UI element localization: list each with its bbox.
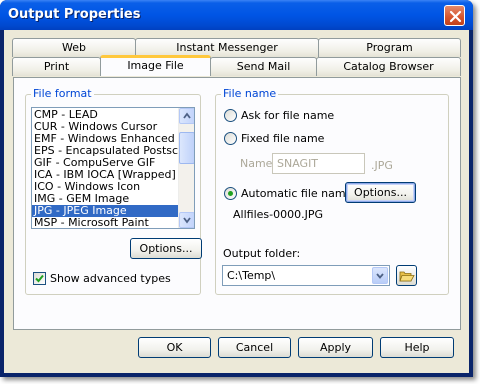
- cancel-button[interactable]: Cancel: [218, 337, 291, 358]
- tab-catalog-browser[interactable]: Catalog Browser: [316, 57, 461, 76]
- chevron-down-icon: [376, 273, 384, 279]
- file-format-group: File format CMP - LEAD CUR - Windows Cur…: [25, 87, 202, 295]
- radio-selected-dot: [228, 191, 233, 196]
- help-button[interactable]: Help: [380, 337, 454, 358]
- list-item[interactable]: CMP - LEAD: [32, 109, 179, 121]
- output-folder-combo[interactable]: C:\Temp\: [222, 265, 390, 286]
- list-item[interactable]: CUR - Windows Cursor: [32, 121, 179, 133]
- output-folder-value: C:\Temp\: [227, 269, 276, 282]
- fixed-file-name-radio[interactable]: [224, 132, 237, 145]
- list-item[interactable]: ICA - IBM IOCA [Wrapped]: [32, 169, 179, 181]
- file-format-group-label: File format: [31, 87, 94, 100]
- list-item[interactable]: EPS - Encapsulated Postscript: [32, 145, 179, 157]
- list-item[interactable]: ICO - Windows Icon: [32, 181, 179, 193]
- close-button[interactable]: [444, 5, 465, 26]
- output-folder-label: Output folder:: [223, 247, 301, 260]
- extension-label: .JPG: [371, 159, 393, 172]
- file-format-items: CMP - LEAD CUR - Windows Cursor EMF - Wi…: [32, 109, 179, 228]
- fixed-file-name-label[interactable]: Fixed file name: [241, 132, 324, 145]
- file-format-listbox[interactable]: CMP - LEAD CUR - Windows Cursor EMF - Wi…: [31, 107, 195, 229]
- vertical-scrollbar[interactable]: [178, 108, 194, 228]
- ask-file-name-radio[interactable]: [224, 109, 237, 122]
- list-item[interactable]: MSP - Microsoft Paint: [32, 217, 179, 228]
- chevron-up-icon: [183, 112, 191, 119]
- button-label: Help: [404, 341, 430, 354]
- list-item[interactable]: GIF - CompuServe GIF: [32, 157, 179, 169]
- tab-label: Image File: [127, 59, 184, 72]
- browse-folder-button[interactable]: [396, 265, 417, 286]
- show-advanced-types-checkbox[interactable]: [33, 272, 46, 285]
- button-label: Apply: [319, 341, 352, 354]
- tab-label: Print: [43, 60, 70, 73]
- file-name-group-label: File name: [221, 87, 279, 100]
- dialog-body: Web Instant Messenger Program Print Imag…: [4, 30, 469, 373]
- name-field[interactable]: SNAGIT: [272, 153, 365, 174]
- image-file-panel: File format CMP - LEAD CUR - Windows Cur…: [13, 77, 461, 330]
- scroll-down-button[interactable]: [179, 212, 194, 228]
- tab-label: Program: [366, 41, 413, 54]
- list-item[interactable]: IMG - GEM Image: [32, 193, 179, 205]
- tab-label: Instant Messenger: [176, 41, 278, 54]
- close-icon: [449, 10, 462, 23]
- tab-label: Send Mail: [236, 60, 291, 73]
- show-advanced-types-label[interactable]: Show advanced types: [50, 272, 171, 285]
- format-options-button[interactable]: Options...: [130, 238, 202, 259]
- title-bar[interactable]: Output Properties: [0, 0, 473, 30]
- button-label: OK: [166, 341, 183, 354]
- tab-program[interactable]: Program: [318, 38, 461, 57]
- button-label: Options...: [354, 186, 407, 199]
- automatic-options-button[interactable]: Options...: [345, 182, 416, 203]
- button-label: Cancel: [235, 341, 274, 354]
- checkmark-icon: [35, 274, 44, 283]
- apply-button[interactable]: Apply: [298, 337, 373, 358]
- automatic-file-name-radio[interactable]: [224, 187, 237, 200]
- scroll-thumb[interactable]: [179, 132, 194, 164]
- automatic-file-name-label[interactable]: Automatic file name: [241, 187, 352, 200]
- window-title: Output Properties: [8, 7, 141, 22]
- combo-dropdown-button[interactable]: [372, 267, 388, 284]
- tab-print[interactable]: Print: [12, 57, 101, 76]
- file-name-group: File name Ask for file name Fixed file n…: [215, 87, 449, 295]
- tab-image-file[interactable]: Image File: [100, 55, 211, 76]
- chevron-down-icon: [183, 217, 191, 224]
- dialog-window: Output Properties Web Instant Messenger …: [0, 0, 473, 377]
- scroll-up-button[interactable]: [179, 108, 194, 124]
- automatic-file-name-example: Allfiles-0000.JPG: [233, 208, 323, 221]
- list-item[interactable]: EMF - Windows Enhanced Met: [32, 133, 179, 145]
- tab-label: Catalog Browser: [343, 60, 434, 73]
- ok-button[interactable]: OK: [138, 337, 211, 358]
- list-item-selected[interactable]: JPG - JPEG Image: [32, 205, 179, 217]
- name-label: Name:: [240, 157, 277, 170]
- button-label: Options...: [139, 242, 193, 255]
- tab-send-mail[interactable]: Send Mail: [210, 57, 317, 76]
- tab-label: Web: [62, 41, 86, 54]
- ask-file-name-label[interactable]: Ask for file name: [241, 109, 334, 122]
- open-folder-icon: [399, 271, 415, 282]
